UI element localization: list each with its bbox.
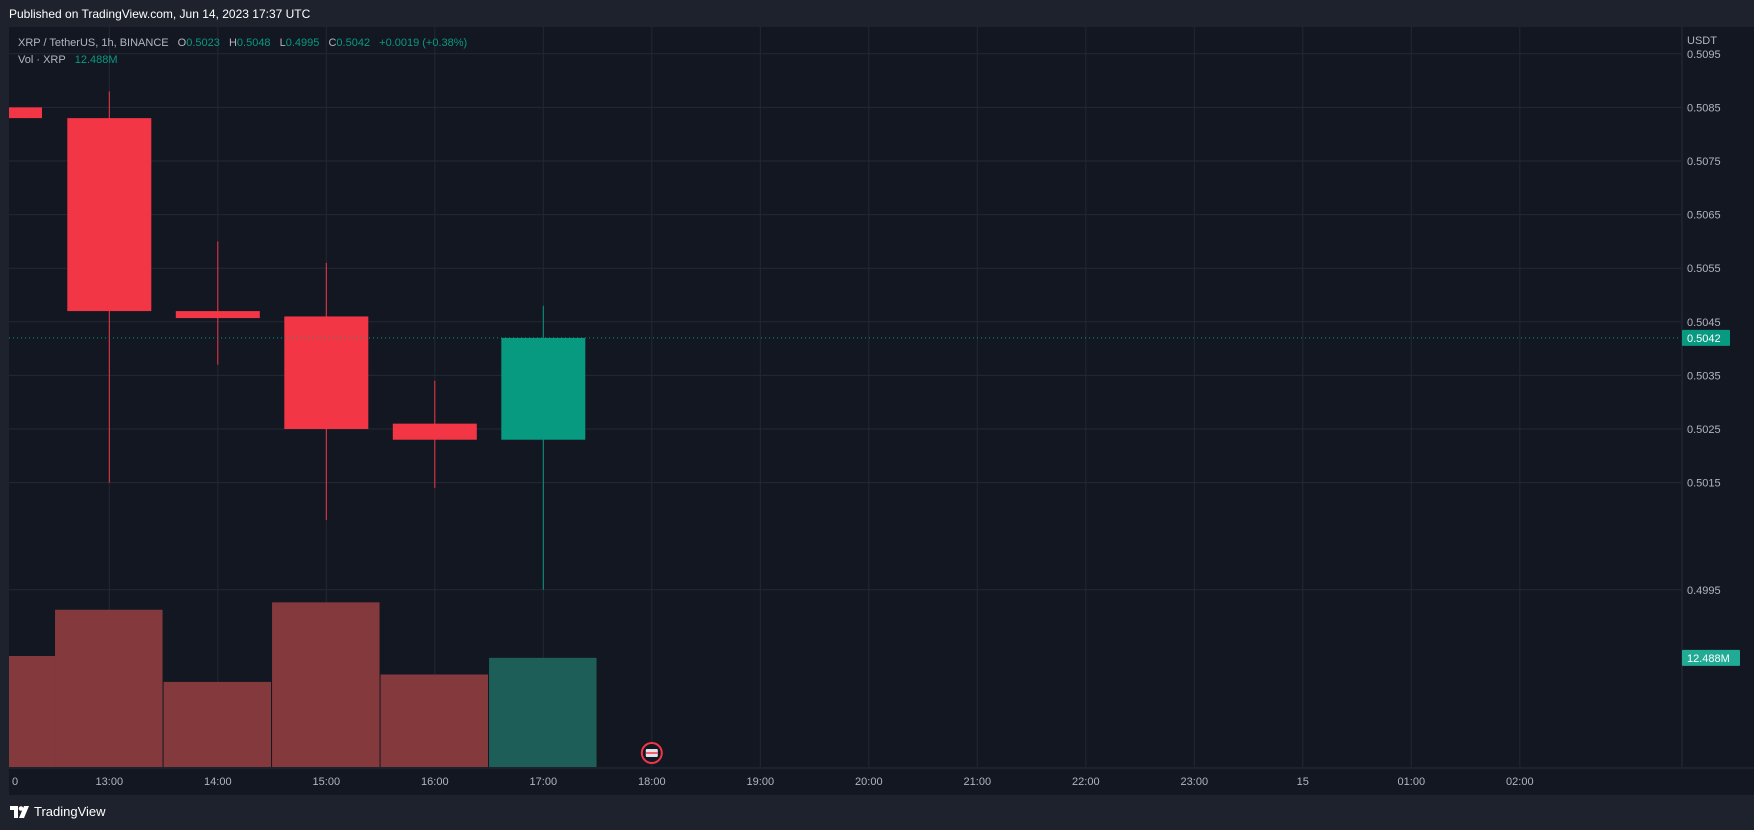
close-value: 0.5042: [336, 37, 371, 49]
tradingview-logo[interactable]: TradingView: [10, 804, 106, 819]
time-tick-label: 14:00: [204, 776, 232, 788]
volume-bar[interactable]: [55, 609, 163, 767]
time-tick-label: 13:00: [96, 776, 124, 788]
symbol-legend-row: XRP / TetherUS, 1h, BINANCE O0.5023 H0.5…: [18, 35, 467, 52]
price-tick-label: 0.5025: [1687, 424, 1721, 436]
currency-label: USDT: [1687, 35, 1717, 47]
symbol-label[interactable]: XRP / TetherUS, 1h, BINANCE: [18, 37, 169, 49]
candle-body[interactable]: [175, 311, 260, 319]
chart-area[interactable]: USDT 0.5095 0.5085 0.5075 0.5065 0.5055 0.5045…: [9, 27, 1754, 795]
price-tick-label: 0.5045: [1687, 317, 1721, 329]
open-value: 0.5023: [186, 37, 220, 49]
candle-body[interactable]: [284, 316, 369, 429]
volume-bar[interactable]: [163, 681, 272, 767]
time-tick-label: 15:00: [313, 776, 341, 788]
candle-body[interactable]: [501, 337, 586, 440]
price-tick-label: 0.5095: [1687, 49, 1721, 61]
time-tick-label: 0: [12, 776, 18, 788]
price-tick-label: 0.5065: [1687, 210, 1721, 222]
volume-legend-row: Vol · XRP 12.488M: [18, 52, 467, 69]
volume-bar[interactable]: [9, 656, 56, 767]
tradingview-wordmark: TradingView: [34, 804, 106, 819]
time-tick-label: 01:00: [1398, 776, 1426, 788]
candle-body[interactable]: [9, 107, 42, 119]
time-tick-label: 18:00: [638, 776, 666, 788]
price-tick-label: 0.5085: [1687, 102, 1721, 114]
price-tick-label: 0.5035: [1687, 370, 1721, 382]
last-price-label: 0.5042: [1687, 333, 1721, 345]
time-tick-label: 21:00: [964, 776, 992, 788]
time-tick-label: 15: [1297, 776, 1309, 788]
volume-label[interactable]: Vol · XRP: [18, 54, 66, 66]
candle-body[interactable]: [392, 423, 477, 440]
time-tick-label: 19:00: [747, 776, 775, 788]
time-tick-label: 17:00: [530, 776, 558, 788]
price-tick-label: 0.5015: [1687, 478, 1721, 490]
volume-bar[interactable]: [489, 657, 597, 767]
high-label: H: [228, 37, 237, 49]
price-tick-label: 0.5075: [1687, 156, 1721, 168]
low-value: 0.4995: [285, 37, 320, 49]
bottom-bar: TradingView: [0, 795, 1754, 830]
volume-value: 12.488M: [74, 54, 118, 66]
price-axis[interactable]: [1681, 27, 1754, 795]
candle-body[interactable]: [67, 118, 152, 312]
open-label: O: [177, 37, 187, 49]
time-tick-label: 02:00: [1506, 776, 1534, 788]
time-tick-label: 22:00: [1072, 776, 1100, 788]
change-value: +0.0019 (+0.38%): [379, 37, 468, 49]
price-chart[interactable]: USDT 0.5095 0.5085 0.5075 0.5065 0.5055 0.5045…: [9, 27, 1754, 795]
tradingview-logo-icon: [10, 805, 29, 818]
price-tick-label: 0.4995: [1687, 585, 1721, 597]
published-label: Published on TradingView.com, Jun 14, 20…: [9, 7, 311, 21]
time-tick-label: 16:00: [421, 776, 449, 788]
high-value: 0.5048: [236, 37, 271, 49]
time-tick-label: 23:00: [1181, 776, 1209, 788]
volume-bar[interactable]: [272, 602, 380, 767]
last-volume-label: 12.488M: [1687, 653, 1730, 665]
price-tick-label: 0.5055: [1687, 263, 1721, 275]
top-bar: Published on TradingView.com, Jun 14, 20…: [0, 0, 1754, 27]
volume-bar[interactable]: [380, 674, 489, 768]
time-tick-label: 20:00: [855, 776, 883, 788]
chart-legend: XRP / TetherUS, 1h, BINANCE O0.5023 H0.5…: [18, 35, 467, 69]
